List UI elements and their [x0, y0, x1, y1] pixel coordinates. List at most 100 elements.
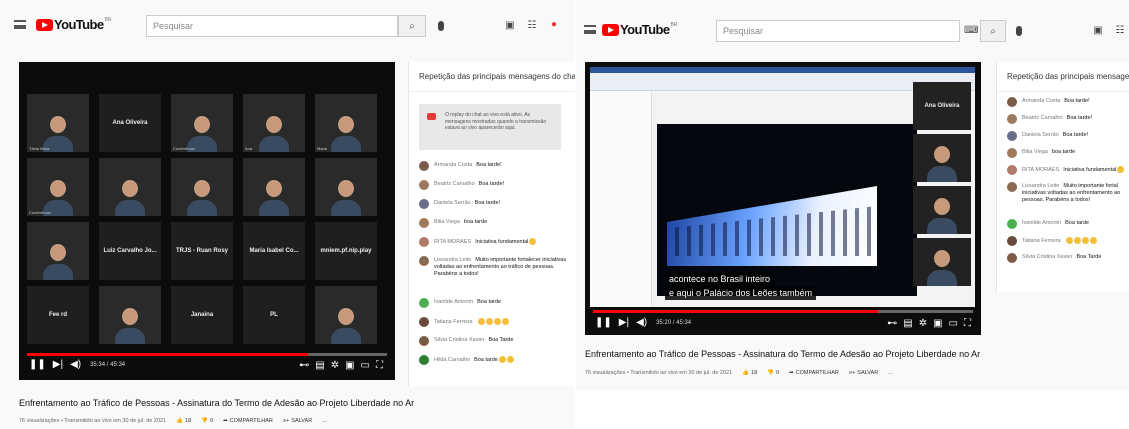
- theater-mode-icon[interactable]: ▭: [949, 318, 958, 329]
- player-controls-left: ❚❚ ▶| ◀) 35:20 / 45:34: [595, 318, 691, 328]
- more-actions-button[interactable]: ...: [888, 370, 893, 376]
- chat-message-body: Daniela Serrão Boa tarde!: [434, 200, 500, 207]
- youtube-replay-icon: [427, 113, 436, 120]
- clapping-emoji-icon: [1065, 237, 1073, 245]
- chat-author: Daniela Serrão: [1022, 132, 1059, 138]
- search-input[interactable]: Pesquisar: [146, 15, 398, 37]
- video-meta-row: 76 visualizações • Transmitido ao vivo e…: [19, 418, 327, 424]
- next-icon[interactable]: ▶|: [619, 318, 629, 328]
- create-video-icon[interactable]: ▣: [1091, 25, 1105, 37]
- save-button[interactable]: ≡+ SALVAR: [283, 418, 312, 424]
- participant-name: Fee rd: [48, 312, 67, 318]
- chat-message: Lissandra Leite Muito importante fortalec…: [419, 256, 569, 278]
- chat-header[interactable]: Repetição das principais mensagens d: [997, 62, 1129, 92]
- subtitles-icon[interactable]: ▤: [903, 318, 912, 329]
- participant-tile: TRJS - Ruan Rosy: [171, 222, 233, 280]
- settings-gear-icon[interactable]: ✲: [331, 360, 339, 371]
- chat-author: Lissandra Leite: [434, 257, 472, 263]
- microphone-icon[interactable]: [1016, 26, 1022, 36]
- search-input[interactable]: Pesquisar: [716, 20, 960, 42]
- create-video-icon[interactable]: ▣: [503, 20, 517, 32]
- chat-header[interactable]: Repetição das principais mensagens do ch…: [409, 62, 575, 92]
- chat-author: Daniela Serrão: [434, 200, 471, 206]
- menu-icon[interactable]: [584, 25, 596, 34]
- participant-tile: [27, 222, 89, 280]
- avatar: [419, 297, 429, 308]
- chat-replay-notice: O replay do chat ao vivo está ativo. As …: [419, 104, 561, 150]
- participant-body: [927, 166, 957, 182]
- pause-icon[interactable]: ❚❚: [29, 360, 46, 370]
- autoplay-toggle-icon[interactable]: ⊷: [887, 318, 897, 329]
- progress-bar[interactable]: [27, 353, 387, 356]
- search-button[interactable]: ⌕: [398, 15, 426, 37]
- participant-head: [194, 180, 210, 197]
- settings-gear-icon[interactable]: ✲: [919, 318, 927, 329]
- participant-video: [331, 178, 361, 216]
- like-button[interactable]: 👍 18: [742, 370, 757, 376]
- participant-name: Luiz Carvalho Jo...: [103, 248, 157, 254]
- participant-name: TRJS - Ruan Rosy: [175, 248, 228, 254]
- avatar: [419, 218, 429, 228]
- avatar: [419, 335, 429, 346]
- participant-head: [338, 116, 354, 133]
- avatar: [1007, 219, 1017, 230]
- participant-video: [259, 114, 289, 152]
- pause-icon[interactable]: ❚❚: [595, 318, 612, 328]
- player-controls-right: ⊷ ▤ ✲ ▣ ▭ ⛶: [887, 318, 971, 329]
- youtube-logo[interactable]: YouTube BR: [602, 22, 677, 37]
- clapping-emoji-icon: [498, 355, 506, 363]
- participant-tile: [913, 134, 971, 182]
- participant-video: [331, 114, 361, 152]
- participant-label: Conferência: [173, 146, 195, 151]
- theater-mode-icon[interactable]: ▭: [361, 360, 370, 371]
- participant-head: [266, 180, 282, 197]
- youtube-topbar: YouTube BR Pesquisar ⌕ ▣ ☷ ●: [0, 0, 575, 44]
- apps-grid-icon[interactable]: ☷: [525, 20, 539, 32]
- time-display: 35:34 / 45:34: [90, 362, 126, 368]
- subtitles-icon[interactable]: ▤: [315, 360, 324, 371]
- chat-message: Bilia Viega boa tarde: [419, 218, 569, 228]
- search-button[interactable]: ⌕: [980, 20, 1006, 42]
- save-playlist-icon: ≡+: [282, 418, 290, 424]
- avatar: [1007, 182, 1017, 192]
- video-player[interactable]: Ana Oliveira acontece no Brasil inteiro …: [585, 62, 981, 335]
- avatar: [1007, 97, 1017, 107]
- chat-message-body: Lissandra Leite Muito importante fortal i…: [1022, 183, 1127, 204]
- notifications-bell-icon[interactable]: ●: [547, 19, 561, 31]
- video-player[interactable]: Tânia Mara Ana Oliveira Conferência Ana Mari…: [19, 62, 395, 380]
- chat-author: Armanda Costa: [434, 162, 473, 168]
- autoplay-toggle-icon[interactable]: ⊷: [299, 360, 309, 371]
- dislike-button[interactable]: 👎 0: [767, 370, 779, 376]
- miniplayer-icon[interactable]: ▣: [933, 318, 942, 329]
- share-button[interactable]: ➦ COMPARTILHAR: [223, 418, 273, 424]
- apps-grid-icon[interactable]: ☷: [1113, 25, 1127, 37]
- progress-bar[interactable]: [593, 310, 973, 313]
- menu-icon[interactable]: [14, 20, 26, 29]
- chat-message-body: Lissandra Leite Muito importante fortalec…: [434, 257, 569, 278]
- save-button[interactable]: ≡+ SALVAR: [849, 370, 878, 376]
- microphone-icon[interactable]: [438, 21, 444, 31]
- dislike-button[interactable]: 👎 0: [201, 418, 213, 424]
- volume-icon[interactable]: ◀): [636, 318, 647, 328]
- share-button[interactable]: ➦ COMPARTILHAR: [789, 370, 839, 376]
- participant-tile: [315, 286, 377, 344]
- participant-video: [927, 196, 957, 234]
- like-button[interactable]: 👍 18: [176, 418, 191, 424]
- more-actions-button[interactable]: ...: [322, 418, 327, 424]
- fullscreen-icon[interactable]: ⛶: [376, 360, 383, 371]
- youtube-logo[interactable]: YouTube BR: [36, 17, 111, 32]
- participant-video: [927, 144, 957, 182]
- chat-message: Hilda Carvalho Boa tarde: [419, 354, 569, 365]
- chat-text: boa tarde: [1051, 149, 1076, 155]
- keyboard-icon[interactable]: ⌨: [964, 25, 978, 37]
- video-title: Enfrentamento ao Tráfico de Pessoas - As…: [19, 398, 415, 408]
- chat-author: Ivanilde Amorim: [434, 298, 474, 305]
- miniplayer-icon[interactable]: ▣: [345, 360, 354, 371]
- participant-head: [266, 116, 282, 133]
- volume-icon[interactable]: ◀): [70, 360, 81, 370]
- fullscreen-icon[interactable]: ⛶: [964, 318, 971, 329]
- chat-message-body: Bilia Viega boa tarde: [1022, 149, 1075, 156]
- participant-head: [50, 116, 66, 133]
- participant-name: Ana Oliveira: [924, 103, 960, 109]
- next-icon[interactable]: ▶|: [53, 360, 63, 370]
